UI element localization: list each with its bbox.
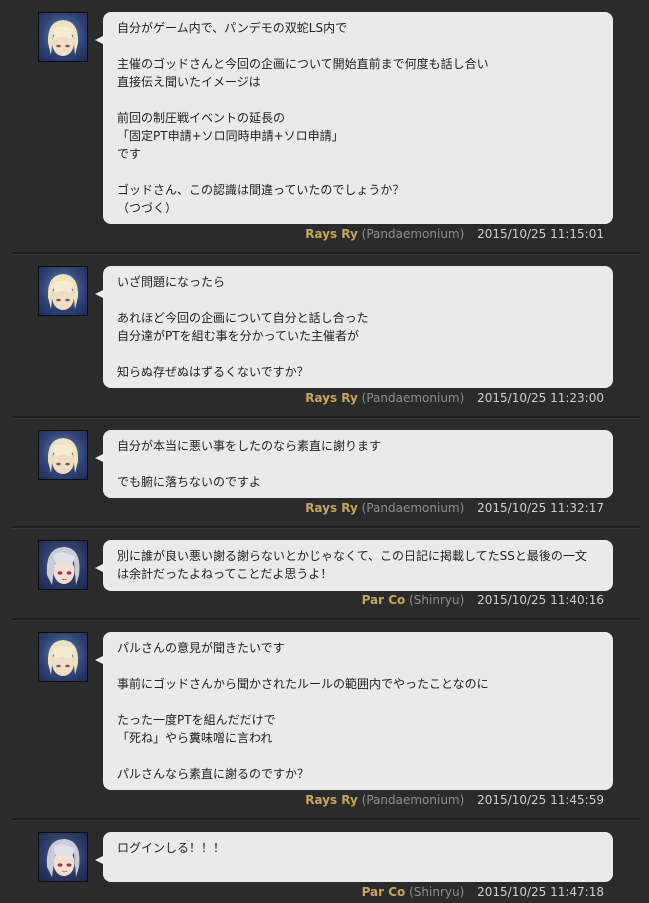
author-name[interactable]: Par Co bbox=[362, 885, 406, 899]
world-name: (Shinryu) bbox=[409, 885, 465, 899]
comment-meta: Par Co (Shinryu) 2015/10/25 11:47:18 bbox=[362, 884, 604, 900]
avatar-par-co[interactable] bbox=[38, 832, 88, 882]
comment-thread: 自分がゲーム内で、パンデモの双蛇LS内で 主催のゴッドさんと今回の企画について開… bbox=[0, 0, 649, 903]
timestamp: 2015/10/25 11:47:18 bbox=[477, 885, 604, 899]
comment-text: ログインしる！！！ bbox=[95, 832, 613, 882]
comment: ログインしる！！！ Par Co (Shinryu) 2015/10/25 11… bbox=[0, 0, 640, 903]
